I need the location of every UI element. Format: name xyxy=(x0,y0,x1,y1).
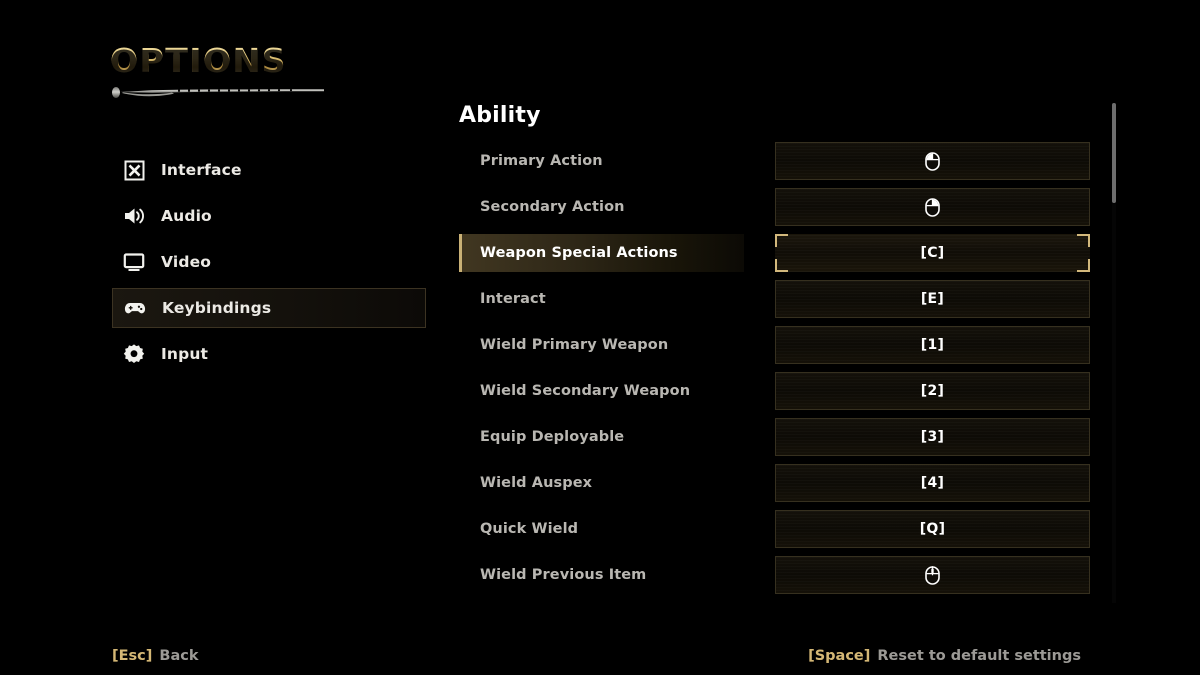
options-screen: OPTIONS Interface Audio Video Keybinding… xyxy=(0,0,1200,675)
vertical-scrollbar-thumb[interactable] xyxy=(1112,103,1116,203)
mouse-right-button-icon xyxy=(925,197,940,217)
keybinding-action-label[interactable]: Primary Action xyxy=(459,142,744,180)
keybinding-action-label[interactable]: Wield Primary Weapon xyxy=(459,326,744,364)
keybinding-action-label[interactable]: Wield Auspex xyxy=(459,464,744,502)
keybinding-value-text: [4] xyxy=(920,475,945,491)
footer-reset-hint[interactable]: [Space] Reset to default settings xyxy=(808,648,1081,664)
sidebar-item-label: Interface xyxy=(161,161,242,179)
keybinding-label-text: Wield Previous Item xyxy=(480,567,647,583)
keybinding-row: Quick Wield [Q] xyxy=(459,510,1090,548)
keybinding-row: Secondary Action xyxy=(459,188,1090,226)
keybinding-value-button[interactable]: [4] xyxy=(775,464,1090,502)
reset-key-label: [Space] xyxy=(808,648,871,664)
keybinding-value-button[interactable]: [2] xyxy=(775,372,1090,410)
sidebar-item-keybindings[interactable]: Keybindings xyxy=(112,288,426,328)
keybinding-row: Interact [E] xyxy=(459,280,1090,318)
keybinding-list: Primary Action Secondary Action Weapon S… xyxy=(459,142,1090,594)
keybinding-value-button[interactable]: [3] xyxy=(775,418,1090,456)
keybinding-row: Wield Secondary Weapon [2] xyxy=(459,372,1090,410)
sidebar-item-label: Input xyxy=(161,345,209,363)
section-title: Ability xyxy=(459,103,541,128)
keybinding-label-text: Equip Deployable xyxy=(480,429,625,445)
keybinding-value-text: [1] xyxy=(920,337,945,353)
keybindings-panel: Ability Primary Action Secondary Action … xyxy=(459,103,1090,602)
keybinding-label-text: Primary Action xyxy=(480,153,603,169)
sidebar-item-label: Video xyxy=(161,253,212,271)
keybinding-value-button[interactable]: [Q] xyxy=(775,510,1090,548)
keybinding-action-label[interactable]: Weapon Special Actions xyxy=(459,234,744,272)
sidebar-item-label: Keybindings xyxy=(162,299,272,317)
keybinding-action-label[interactable]: Wield Previous Item xyxy=(459,556,744,594)
speaker-icon xyxy=(123,205,145,227)
keybinding-row: Wield Auspex [4] xyxy=(459,464,1090,502)
monitor-icon xyxy=(123,251,145,273)
back-text-label: Back xyxy=(159,648,199,664)
keybinding-label-text: Wield Auspex xyxy=(480,475,593,491)
keybinding-row: Primary Action xyxy=(459,142,1090,180)
mouse-left-button-icon xyxy=(925,151,940,171)
sidebar-item-video[interactable]: Video xyxy=(112,242,426,282)
mouse-middle-button-icon xyxy=(925,565,940,585)
interface-x-box-icon xyxy=(123,159,145,181)
sidebar: Interface Audio Video Keybindings Input xyxy=(112,150,426,380)
back-key-label: [Esc] xyxy=(112,648,153,664)
reset-text-label: Reset to default settings xyxy=(877,648,1081,664)
sidebar-item-label: Audio xyxy=(161,207,212,225)
keybinding-value-text: [E] xyxy=(920,291,945,307)
corner-bracket-tr xyxy=(1077,234,1090,247)
corner-bracket-br xyxy=(1077,259,1090,272)
keybinding-value-text: [3] xyxy=(920,429,945,445)
corner-bracket-tl xyxy=(775,234,788,247)
keybinding-label-text: Secondary Action xyxy=(480,199,625,215)
footer-back-hint[interactable]: [Esc] Back xyxy=(112,648,198,664)
keybinding-action-label[interactable]: Quick Wield xyxy=(459,510,744,548)
sword-ornament-icon xyxy=(112,87,324,98)
page-title: OPTIONS xyxy=(110,44,440,77)
keybinding-row: Wield Previous Item xyxy=(459,556,1090,594)
keybinding-value-button[interactable] xyxy=(775,142,1090,180)
keybinding-action-label[interactable]: Wield Secondary Weapon xyxy=(459,372,744,410)
keybinding-action-label[interactable]: Interact xyxy=(459,280,744,318)
keybinding-value-button[interactable] xyxy=(775,188,1090,226)
keybinding-value-text: [Q] xyxy=(919,521,946,537)
sidebar-item-audio[interactable]: Audio xyxy=(112,196,426,236)
keybinding-row: Wield Primary Weapon [1] xyxy=(459,326,1090,364)
gamepad-icon xyxy=(124,297,146,319)
keybinding-value-button[interactable]: [1] xyxy=(775,326,1090,364)
sidebar-item-interface[interactable]: Interface xyxy=(112,150,426,190)
sidebar-item-input[interactable]: Input xyxy=(112,334,426,374)
corner-bracket-bl xyxy=(775,259,788,272)
vertical-scrollbar-track[interactable] xyxy=(1112,103,1116,603)
keybinding-action-label[interactable]: Secondary Action xyxy=(459,188,744,226)
keybinding-value-button[interactable]: [E] xyxy=(775,280,1090,318)
keybinding-label-text: Quick Wield xyxy=(480,521,579,537)
keybinding-label-text: Interact xyxy=(480,291,546,307)
keybinding-value-text: [2] xyxy=(920,383,945,399)
gear-icon xyxy=(123,343,145,365)
keybinding-row: Equip Deployable [3] xyxy=(459,418,1090,456)
keybinding-row-selected: Weapon Special Actions [C] xyxy=(459,234,1090,272)
keybinding-label-text: Wield Primary Weapon xyxy=(480,337,669,353)
keybinding-action-label[interactable]: Equip Deployable xyxy=(459,418,744,456)
keybinding-label-text: Wield Secondary Weapon xyxy=(480,383,691,399)
keybinding-label-text: Weapon Special Actions xyxy=(480,245,678,261)
keybinding-value-text: [C] xyxy=(920,245,945,261)
keybinding-value-button[interactable]: [C] xyxy=(775,234,1090,272)
page-header: OPTIONS xyxy=(110,44,440,98)
keybinding-value-button[interactable] xyxy=(775,556,1090,594)
